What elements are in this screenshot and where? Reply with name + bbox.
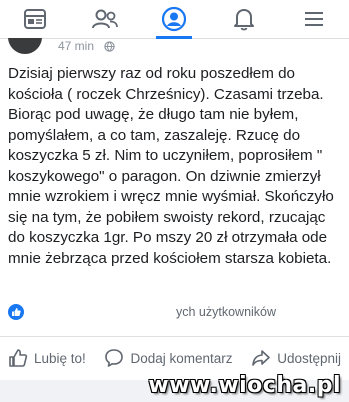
like-reaction-icon [8, 304, 24, 320]
tab-feed[interactable] [13, 0, 57, 38]
like-button[interactable]: Lubię to! [0, 348, 94, 368]
menu-icon [305, 12, 324, 26]
share-button[interactable]: Udostępnij [243, 348, 349, 368]
reactions-summary[interactable]: ych użytkowników [8, 301, 344, 323]
tab-notifications[interactable] [222, 0, 266, 38]
tab-profile[interactable] [152, 0, 196, 39]
divider [0, 336, 349, 337]
thumbs-up-icon [9, 349, 28, 367]
share-icon [252, 350, 271, 366]
notifications-bell-icon [234, 9, 255, 31]
share-button-label: Udostępnij [277, 350, 341, 366]
profile-icon [162, 6, 187, 32]
post-header: 47 min [0, 38, 349, 58]
tab-friends[interactable] [83, 0, 127, 38]
post-action-bar: Lubię to! Dodaj komentarz Udostępnij [0, 340, 349, 376]
comment-button-label: Dodaj komentarz [130, 350, 233, 366]
avatar[interactable] [8, 38, 42, 54]
post-timestamp[interactable]: 47 min [58, 39, 94, 53]
post-body-text: Dzisiaj pierwszy raz od roku poszedłem d… [8, 65, 338, 267]
watermark-text: www.wiocha.pl [148, 373, 341, 398]
like-button-label: Lubię to! [34, 350, 86, 366]
globe-icon [104, 41, 115, 52]
tab-menu[interactable] [292, 0, 336, 38]
feed-icon [23, 9, 46, 29]
comment-icon [105, 349, 124, 367]
reactions-count-text: ych użytkowników [176, 305, 277, 319]
comment-button[interactable]: Dodaj komentarz [96, 348, 240, 368]
top-navigation-bar [0, 0, 349, 39]
friends-icon [91, 9, 118, 29]
